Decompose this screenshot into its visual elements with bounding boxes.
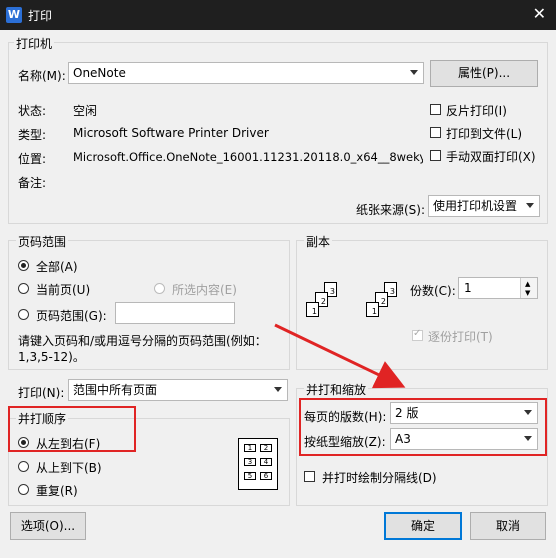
preview-cell: 4 [260, 458, 272, 466]
copies-spinner[interactable]: ▲ ▼ [520, 278, 537, 298]
status-label: 状态: [18, 104, 47, 118]
type-label: 类型: [18, 128, 47, 142]
page-range-hint: 请键入页码和/或用逗号分隔的页码范围(例如：1,3,5-12)。 [18, 334, 267, 364]
current-page-label: 当前页(U) [36, 283, 91, 297]
current-page-radio[interactable] [18, 283, 29, 294]
print-to-file-checkbox[interactable] [430, 127, 441, 138]
options-button[interactable]: 选项(O)... [10, 512, 86, 540]
comment-label: 备注: [18, 176, 47, 190]
draw-borders-label: 并打时绘制分隔线(D) [322, 471, 437, 485]
chevron-down-icon [526, 203, 534, 208]
printer-group-label: 打印机 [14, 35, 55, 52]
paper-source-label: 纸张来源(S): [356, 203, 426, 217]
print-what-select[interactable]: 范围中所有页面 [68, 379, 288, 401]
repeat-radio[interactable] [18, 484, 29, 495]
page-range-label: 页码范围(G): [36, 309, 107, 323]
order-preview: 1 2 3 4 5 6 [238, 438, 278, 490]
preview-cell: 3 [244, 458, 256, 466]
location-value: Microsoft.Office.OneNote_16001.11231.201… [73, 150, 423, 164]
top-to-bottom-radio[interactable] [18, 461, 29, 472]
print-what-label: 打印(N): [18, 386, 65, 400]
close-icon[interactable]: ✕ [533, 4, 546, 23]
selection-radio[interactable] [154, 283, 165, 294]
manual-duplex-checkbox[interactable] [430, 150, 441, 161]
chevron-down-icon [410, 70, 418, 75]
draw-borders-checkbox[interactable] [304, 471, 315, 482]
all-pages-label: 全部(A) [36, 260, 78, 274]
spin-up-icon: ▲ [525, 280, 531, 288]
printer-name-label: 名称(M): [18, 69, 66, 83]
status-value: 空闲 [73, 104, 98, 118]
top-to-bottom-label: 从上到下(B) [36, 461, 102, 475]
properties-button[interactable]: 属性(P)... [430, 60, 538, 87]
type-value: Microsoft Software Printer Driver [73, 126, 269, 140]
spin-down-icon: ▼ [525, 289, 531, 297]
title-bar: W 打印 ✕ [0, 0, 556, 30]
printer-name-select[interactable]: OneNote [68, 62, 424, 84]
collate-label: 逐份打印(T) [428, 330, 493, 344]
reverse-print-checkbox[interactable] [430, 104, 441, 115]
window-title: 打印 [28, 9, 53, 23]
page-range-group-label: 页码范围 [16, 233, 69, 250]
print-to-file-label: 打印到文件(L) [446, 127, 523, 141]
ok-button[interactable]: 确定 [384, 512, 462, 540]
copies-input[interactable]: 1 ▲ ▼ [458, 277, 538, 299]
page-range-input[interactable] [115, 302, 235, 324]
print-what-value: 范围中所有页面 [73, 383, 158, 397]
manual-duplex-label: 手动双面打印(X) [446, 150, 536, 164]
annotation-red-box [8, 406, 136, 452]
page-range-radio[interactable] [18, 309, 29, 320]
copies-group-label: 副本 [304, 233, 333, 250]
wps-writer-icon: W [6, 7, 22, 23]
cancel-button[interactable]: 取消 [470, 512, 546, 540]
annotation-arrow [274, 323, 406, 389]
reverse-print-label: 反片打印(I) [446, 104, 507, 118]
preview-cell: 5 [244, 472, 256, 480]
all-pages-radio[interactable] [18, 260, 29, 271]
preview-cell: 1 [244, 444, 256, 452]
repeat-label: 重复(R) [36, 484, 78, 498]
paper-source-select[interactable]: 使用打印机设置 [428, 195, 540, 217]
copies-label: 份数(C): [410, 284, 456, 298]
copies-value: 1 [464, 281, 472, 295]
preview-cell: 2 [260, 444, 272, 452]
printer-name-value: OneNote [73, 66, 126, 80]
annotation-red-box [299, 398, 547, 456]
location-label: 位置: [18, 152, 47, 166]
selection-label: 所选内容(E) [172, 283, 237, 297]
preview-cell: 6 [260, 472, 272, 480]
paper-source-value: 使用打印机设置 [433, 199, 518, 213]
